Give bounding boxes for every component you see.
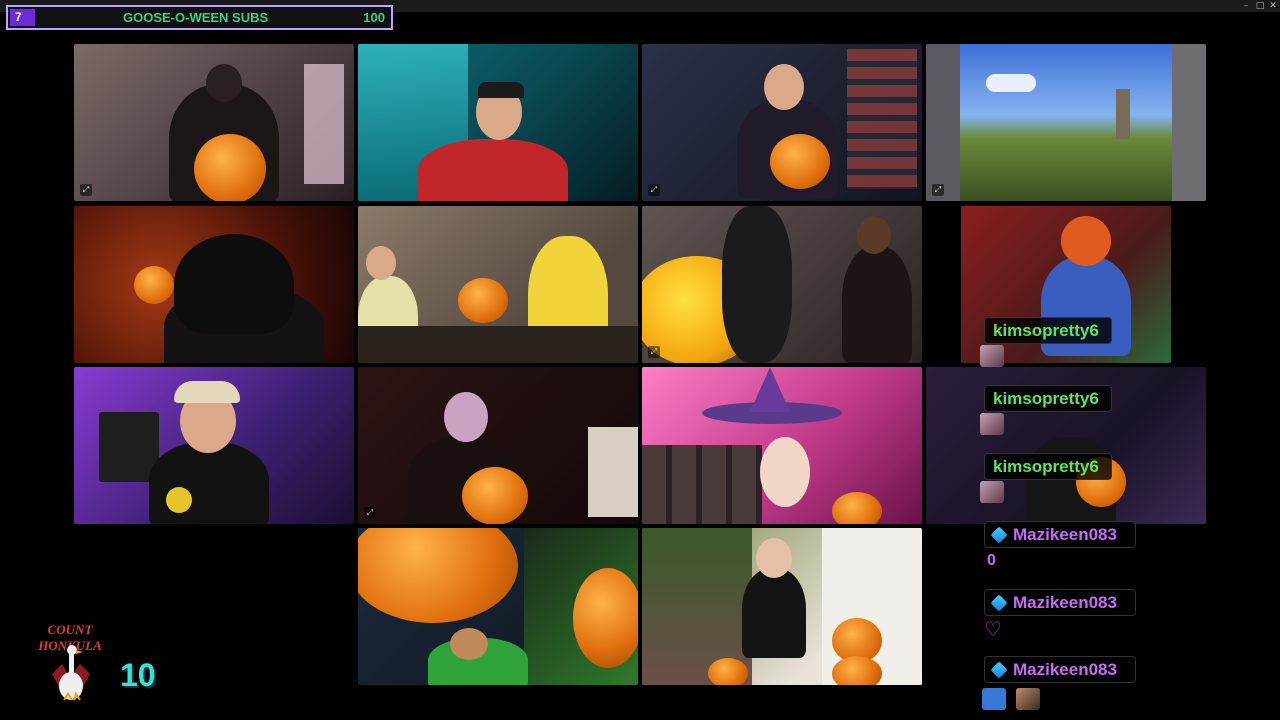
- subs-current-count: 7: [10, 9, 35, 26]
- tile-share-icon: ⤢: [648, 184, 660, 196]
- tile-share-icon: ⤢: [80, 184, 92, 196]
- user-avatar: [980, 481, 1004, 503]
- chat-username: kimsopretty6: [984, 317, 1112, 344]
- camera-tile[interactable]: [358, 206, 638, 363]
- user-avatar: [980, 345, 1004, 367]
- emote-heart-icon: ♡: [984, 617, 1002, 641]
- subscriber-gem-icon: [990, 594, 1008, 612]
- goose-icon: [52, 645, 90, 701]
- subs-goal-bar: 7 GOOSE-O-WEEN SUBS 100: [6, 5, 393, 30]
- tile-share-icon: ⤢: [932, 184, 944, 196]
- count-honkula-logo: COUNT HONKULA: [22, 622, 118, 714]
- subs-goal-title: GOOSE-O-WEEN SUBS: [123, 10, 269, 25]
- chat-username-text: Mazikeen083: [1013, 525, 1117, 544]
- tile-share-icon: ⤢: [364, 507, 376, 519]
- chat-username-text: Mazikeen083: [1013, 593, 1117, 612]
- subscriber-gem-icon: [990, 661, 1008, 679]
- camera-tile[interactable]: ⤢: [926, 44, 1206, 201]
- camera-tile[interactable]: [642, 528, 922, 685]
- camera-tile[interactable]: ⤢: [358, 367, 638, 524]
- minimize-icon[interactable]: –: [1240, 0, 1252, 12]
- maximize-icon[interactable]: □: [1254, 0, 1266, 12]
- chat-username: Mazikeen083: [984, 589, 1136, 616]
- chat-message: 0: [987, 552, 996, 569]
- camera-tile[interactable]: [358, 528, 638, 685]
- camera-tile[interactable]: [74, 367, 354, 524]
- chat-username: kimsopretty6: [984, 453, 1112, 480]
- camera-tile[interactable]: ⤢: [642, 206, 922, 363]
- user-avatar: [980, 413, 1004, 435]
- camera-tile[interactable]: ⤢: [642, 44, 922, 201]
- chat-username: kimsopretty6: [984, 385, 1112, 412]
- honk-counter: 10: [120, 657, 156, 693]
- emote-icon: [982, 688, 1006, 710]
- close-icon[interactable]: ✕: [1267, 0, 1279, 12]
- camera-tile[interactable]: [358, 44, 638, 201]
- subscriber-gem-icon: [990, 526, 1008, 544]
- camera-tile[interactable]: ⤢: [74, 44, 354, 201]
- camera-tile[interactable]: [642, 367, 922, 524]
- chat-username: Mazikeen083: [984, 521, 1136, 548]
- tile-share-icon: ⤢: [648, 346, 660, 358]
- emote-face-icon: [1016, 688, 1040, 710]
- subs-goal-target: 100: [363, 10, 385, 25]
- camera-tile[interactable]: [74, 206, 354, 363]
- chat-username: Mazikeen083: [984, 656, 1136, 683]
- chat-username-text: Mazikeen083: [1013, 660, 1117, 679]
